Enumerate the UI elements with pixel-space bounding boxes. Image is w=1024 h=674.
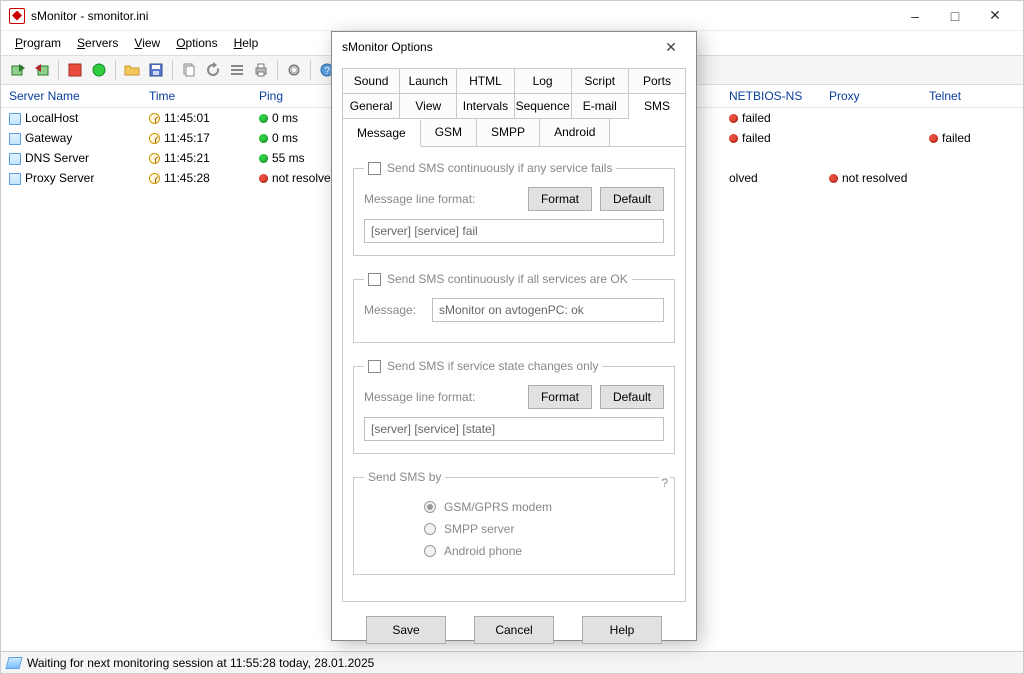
server-icon (9, 133, 21, 145)
main-window: sMonitor - smonitor.ini – □ ✕ Program Se… (0, 0, 1024, 674)
tab-e-mail[interactable]: E-mail (572, 94, 629, 119)
status-dot (259, 114, 268, 123)
tb-settings-icon[interactable] (283, 59, 305, 81)
status-dot (259, 154, 268, 163)
chk-send-change[interactable] (368, 360, 381, 373)
dialog-footer: Save Cancel Help (342, 602, 686, 660)
tb-play-icon[interactable] (88, 59, 110, 81)
radio-android[interactable] (424, 545, 436, 557)
server-icon (9, 153, 21, 165)
group-send-by: Send SMS by ? GSM/GPRS modem SMPP server… (353, 470, 675, 575)
tb-import-icon[interactable] (7, 59, 29, 81)
lbl-msg-format-1: Message line format: (364, 192, 475, 206)
radio-smpp[interactable] (424, 523, 436, 535)
tab-ports[interactable]: Ports (629, 69, 685, 94)
col-netbios[interactable]: NETBIOS-NS (721, 85, 821, 108)
menu-view[interactable]: View (128, 34, 166, 52)
menu-help[interactable]: Help (228, 34, 265, 52)
dialog-tabs: SoundLaunchHTMLLogScriptPorts GeneralVie… (342, 68, 686, 119)
menu-servers[interactable]: Servers (71, 34, 124, 52)
btn-format-3[interactable]: Format (528, 385, 592, 409)
col-proxy[interactable]: Proxy (821, 85, 921, 108)
tab-script[interactable]: Script (572, 69, 629, 94)
server-icon (9, 113, 21, 125)
menu-program[interactable]: Program (9, 34, 67, 52)
lbl-msg-format-3: Message line format: (364, 390, 475, 404)
status-dot (729, 134, 738, 143)
dialog-title-bar: sMonitor Options ✕ (332, 32, 696, 62)
tb-export-icon[interactable] (31, 59, 53, 81)
tb-list-icon[interactable] (226, 59, 248, 81)
menu-options[interactable]: Options (170, 34, 223, 52)
subtab-android[interactable]: Android (540, 119, 610, 146)
tb-copy-icon[interactable] (178, 59, 200, 81)
btn-format-1[interactable]: Format (528, 187, 592, 211)
status-dot (729, 114, 738, 123)
col-time[interactable]: Time (141, 85, 251, 108)
title-bar: sMonitor - smonitor.ini – □ ✕ (1, 1, 1023, 31)
col-server-name[interactable]: Server Name (1, 85, 141, 108)
window-title: sMonitor - smonitor.ini (31, 9, 148, 23)
input-msg-format-3[interactable] (364, 417, 664, 441)
help-button[interactable]: Help (582, 616, 662, 644)
subtab-message[interactable]: Message (343, 120, 421, 147)
clock-icon (149, 113, 160, 124)
tab-intervals[interactable]: Intervals (457, 94, 514, 119)
btn-default-3[interactable]: Default (600, 385, 664, 409)
server-icon (9, 173, 21, 185)
radio-gsm[interactable] (424, 501, 436, 513)
save-button[interactable]: Save (366, 616, 446, 644)
cancel-button[interactable]: Cancel (474, 616, 554, 644)
lbl-msg-2: Message: (364, 303, 424, 317)
maximize-button[interactable]: □ (935, 2, 975, 30)
col-telnet[interactable]: Telnet (921, 85, 1023, 108)
tb-open-icon[interactable] (121, 59, 143, 81)
chk-send-ok[interactable] (368, 273, 381, 286)
subtab-gsm[interactable]: GSM (421, 119, 477, 146)
tab-launch[interactable]: Launch (400, 69, 457, 94)
tb-save-icon[interactable] (145, 59, 167, 81)
help-icon[interactable]: ? (659, 476, 670, 490)
tb-print-icon[interactable] (250, 59, 272, 81)
dialog-close-button[interactable]: ✕ (656, 32, 686, 62)
tab-view[interactable]: View (400, 94, 457, 119)
group-send-fail: Send SMS continuously if any service fai… (353, 161, 675, 256)
app-icon (9, 8, 25, 24)
tab-sequence[interactable]: Sequence (515, 94, 572, 119)
clock-icon (149, 133, 160, 144)
dialog-title: sMonitor Options (342, 40, 433, 54)
tab-general[interactable]: General (343, 94, 400, 119)
group-send-change: Send SMS if service state changes only M… (353, 359, 675, 454)
subtab-smpp[interactable]: SMPP (477, 119, 540, 146)
group-send-ok: Send SMS continuously if all services ar… (353, 272, 675, 343)
minimize-button[interactable]: – (895, 2, 935, 30)
close-button[interactable]: ✕ (975, 2, 1015, 30)
status-icon (5, 657, 22, 669)
tb-stop-icon[interactable] (64, 59, 86, 81)
input-msg-2[interactable] (432, 298, 664, 322)
clock-icon (149, 153, 160, 164)
status-dot (829, 174, 838, 183)
btn-default-1[interactable]: Default (600, 187, 664, 211)
tab-html[interactable]: HTML (457, 69, 514, 94)
tab-log[interactable]: Log (515, 69, 572, 94)
status-dot (259, 134, 268, 143)
clock-icon (149, 173, 160, 184)
tab-sms[interactable]: SMS (629, 94, 685, 119)
status-text: Waiting for next monitoring session at 1… (27, 656, 374, 670)
input-msg-format-1[interactable] (364, 219, 664, 243)
status-dot (929, 134, 938, 143)
tab-sound[interactable]: Sound (343, 69, 400, 94)
svg-text:?: ? (324, 66, 330, 77)
chk-send-fail[interactable] (368, 162, 381, 175)
status-dot (259, 174, 268, 183)
tab-panel-message: Send SMS continuously if any service fai… (342, 147, 686, 602)
tb-refresh-icon[interactable] (202, 59, 224, 81)
options-dialog: sMonitor Options ✕ SoundLaunchHTMLLogScr… (331, 31, 697, 641)
